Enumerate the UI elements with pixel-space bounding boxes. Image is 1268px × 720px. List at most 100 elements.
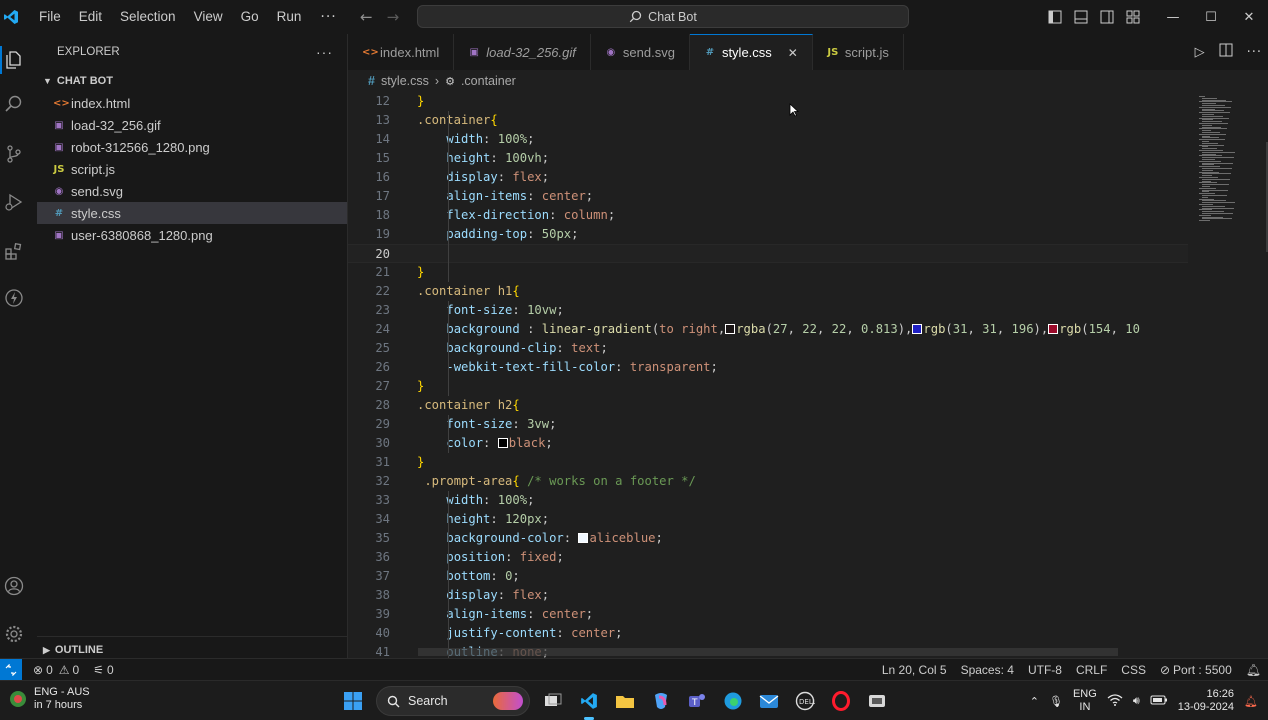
close-window-button[interactable]: ✕ [1230,0,1268,34]
file-item[interactable]: ▣ user-6380868_1280.png [37,224,347,246]
color-swatch[interactable] [578,533,589,543]
mail-icon[interactable] [756,688,782,714]
code-line: 31} [348,453,1188,472]
menu-file[interactable]: File [30,0,70,34]
file-item[interactable]: <> index.html [37,92,347,114]
task-view-icon[interactable] [540,688,566,714]
notification-center-icon[interactable]: 🔔︎ [1244,695,1258,708]
close-tab-icon[interactable]: ✕ [788,46,798,60]
file-item[interactable]: JS script.js [37,158,347,180]
show-hidden-icons-icon[interactable]: ⌃ [1030,695,1039,708]
code-text: background-clip: text; [446,341,608,355]
command-center-search[interactable]: Chat Bot [417,5,909,28]
tab-script-js[interactable]: JS script.js [813,34,904,70]
code-line: 34 height: 120px; [348,510,1188,529]
weather-widget[interactable]: ENG - AUS in 7 hours [8,686,90,712]
color-swatch[interactable] [1048,324,1059,334]
file-label: script.js [71,161,116,177]
status-bar: ⊗ 0 ⚠ 0 ⚟ 0 Ln 20, Col 5 Spaces: 4 UTF-8… [0,658,1268,681]
wifi-icon[interactable] [1107,693,1123,709]
code-line: 40 justify-content: center; [348,624,1188,643]
explorer-icon[interactable] [0,42,27,78]
back-arrow-icon[interactable]: ← [360,8,373,26]
split-editor-icon[interactable] [1219,43,1233,61]
problems-indicator[interactable]: ⊗ 0 ⚠ 0 [26,663,86,677]
color-swatch[interactable] [497,438,508,448]
encoding[interactable]: UTF-8 [1021,663,1069,677]
code-text: font-size: 10vw; [446,303,564,317]
code-line: 22 .container h1{ [348,282,1188,301]
menu-go[interactable]: Go [232,0,268,34]
settings-gear-icon[interactable] [0,616,27,652]
clock[interactable]: 16:26 13-09-2024 [1178,688,1234,714]
file-item[interactable]: ▣ robot-312566_1280.png [37,136,347,158]
input-language[interactable]: ENG IN [1073,688,1097,714]
remote-indicator-icon[interactable] [0,658,22,681]
battery-icon[interactable] [1150,695,1168,708]
image-file-icon: ▣ [54,229,64,241]
tab-index-html[interactable]: <> index.html [348,34,455,70]
tab-send-svg[interactable]: ◉ send.svg [591,34,690,70]
color-swatch[interactable] [912,324,923,334]
minimize-button[interactable]: — [1154,0,1192,34]
language-mode[interactable]: CSS [1114,663,1153,677]
minimap[interactable] [1193,92,1268,658]
dell-icon[interactable]: DELL [792,688,818,714]
cursor-position[interactable]: Ln 20, Col 5 [875,663,954,677]
run-file-icon[interactable]: ▷ [1195,45,1205,60]
extensions-icon[interactable] [0,234,27,270]
notifications-bell-icon[interactable]: 🔔︎ [1239,663,1268,677]
maximize-button[interactable]: ☐ [1192,0,1230,34]
code-editor[interactable]: 12} 13 .container{14 width: 100%; 15 height… [348,92,1268,658]
file-item[interactable]: ▣ load-32_256.gif [37,114,347,136]
symbol-icon: ⚙ [445,75,455,88]
opera-icon[interactable] [828,688,854,714]
menu-run[interactable]: Run [268,0,311,34]
tab-load-32-256-gif[interactable]: ▣ load-32_256.gif [454,34,591,70]
edge-icon[interactable] [720,688,746,714]
vscode-taskbar-icon[interactable] [576,688,602,720]
folder-chat-bot[interactable]: ▼ CHAT BOT [37,70,347,92]
toggle-sidebar-icon[interactable] [1042,0,1068,34]
snipping-tool-icon[interactable] [864,688,890,714]
teams-icon[interactable]: T [684,688,710,714]
breadcrumb-symbol[interactable]: .container [461,74,516,88]
file-item[interactable]: # style.css [37,202,347,224]
forward-arrow-icon[interactable]: → [387,8,400,26]
file-label: style.css [71,205,121,221]
line-endings[interactable]: CRLF [1069,663,1114,677]
live-server-icon[interactable] [0,280,27,316]
volume-icon[interactable]: 🔊︎ [1133,695,1140,708]
explorer-more-button[interactable]: ··· [316,44,333,60]
microphone-icon[interactable]: 🎙︎ [1049,695,1063,708]
live-server-port[interactable]: ⊘ Port : 5500 [1153,663,1239,677]
file-explorer-icon[interactable] [612,688,638,714]
search-icon[interactable] [0,86,27,122]
breadcrumb-file[interactable]: style.css [381,74,429,88]
menu-selection[interactable]: Selection [111,0,185,34]
code-line: 33 width: 100%; [348,491,1188,510]
source-control-icon[interactable] [0,136,27,172]
search-icon [629,10,642,23]
run-debug-icon[interactable] [0,184,27,220]
menu-view[interactable]: View [185,0,232,34]
taskbar-search[interactable]: Search [376,686,530,716]
ports-indicator[interactable]: ⚟ 0 [86,663,120,677]
color-swatch[interactable] [725,324,736,334]
menu-edit[interactable]: Edit [70,0,111,34]
toggle-panel-icon[interactable] [1068,0,1094,34]
customize-layout-icon[interactable] [1120,0,1146,34]
copilot-icon[interactable] [648,688,674,714]
tab-style-css[interactable]: # style.css ✕ [689,34,813,70]
file-label: robot-312566_1280.png [71,139,210,155]
file-item[interactable]: ◉ send.svg [37,180,347,202]
menu-bar: File Edit Selection View Go Run ··· [30,0,347,34]
windows-start-icon[interactable] [340,688,366,714]
toggle-secondary-sidebar-icon[interactable] [1094,0,1120,34]
accounts-icon[interactable] [0,568,27,604]
indentation[interactable]: Spaces: 4 [954,663,1021,677]
menu-more-button[interactable]: ··· [310,9,346,25]
broadcast-icon: ⚟ [93,662,104,677]
editor-more-button[interactable]: ··· [1247,45,1262,60]
horizontal-scrollbar[interactable] [418,648,1118,656]
